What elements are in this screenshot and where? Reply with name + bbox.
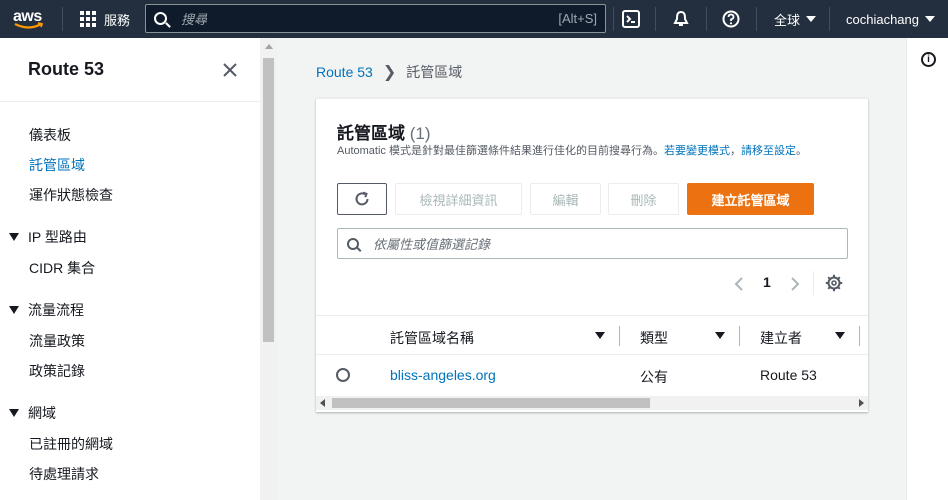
- table-row[interactable]: bliss-angeles.org 公有 Route 53: [316, 355, 868, 395]
- sidebar-section-label: IP 型路由: [28, 229, 87, 245]
- sort-icon[interactable]: [835, 332, 845, 339]
- chevron-down-icon: [925, 16, 935, 22]
- sidebar-section-label: 網域: [28, 405, 56, 421]
- search-icon: [154, 12, 167, 25]
- info-icon[interactable]: i: [921, 52, 936, 67]
- caret-down-icon: [9, 409, 19, 417]
- sidebar-item-hosted-zones[interactable]: 託管區域: [29, 155, 85, 175]
- gear-icon[interactable]: [825, 274, 843, 292]
- search-placeholder: 搜尋: [181, 12, 208, 27]
- search-shortcut: [Alt+S]: [558, 11, 597, 26]
- sidebar-item-pending-requests[interactable]: 待處理請求: [29, 464, 99, 484]
- sidebar-item-registered-domains[interactable]: 已註冊的網域: [29, 434, 113, 454]
- sidebar-section-domains[interactable]: 網域: [9, 403, 56, 423]
- breadcrumb: Route 53 ❯ 託管區域: [316, 62, 462, 82]
- refresh-button[interactable]: [337, 183, 387, 215]
- nav-divider: [613, 7, 614, 31]
- nav-divider: [829, 7, 830, 31]
- row-select-radio[interactable]: [336, 368, 350, 382]
- sidebar-scrollbar[interactable]: [260, 38, 277, 500]
- hosted-zone-created-by: Route 53: [760, 367, 817, 383]
- sidebar-item-traffic-policies[interactable]: 流量政策: [29, 331, 85, 351]
- aws-smile-icon: [14, 22, 44, 29]
- user-label: cochiachang: [846, 11, 919, 27]
- grid-icon: [80, 11, 96, 27]
- breadcrumb-root-link[interactable]: Route 53: [316, 64, 373, 80]
- sidebar-item-health-checks[interactable]: 運作狀態檢查: [29, 185, 113, 205]
- column-resizer[interactable]: [619, 326, 620, 346]
- scroll-up-icon[interactable]: [265, 44, 273, 49]
- account-menu[interactable]: cochiachang: [846, 0, 935, 38]
- pager-divider: [813, 271, 814, 295]
- close-icon[interactable]: [221, 61, 239, 79]
- bell-icon[interactable]: [671, 9, 691, 29]
- aws-logo[interactable]: aws: [12, 6, 48, 32]
- help-icon[interactable]: [721, 9, 741, 29]
- go-to-settings-link[interactable]: 請移至設定: [741, 145, 796, 157]
- chevron-left-icon[interactable]: [734, 276, 744, 292]
- sidebar-section-traffic-flow[interactable]: 流量流程: [9, 300, 84, 320]
- chevron-down-icon: [806, 16, 817, 22]
- nav-divider: [655, 7, 656, 31]
- sidebar-section-ip-routing[interactable]: IP 型路由: [9, 227, 87, 247]
- caret-down-icon: [9, 306, 19, 314]
- column-header-created-by[interactable]: 建立者: [760, 328, 802, 348]
- column-resizer[interactable]: [739, 326, 740, 346]
- scroll-right-icon[interactable]: [859, 399, 864, 407]
- nav-divider: [706, 7, 707, 31]
- table-header: 託管區域名稱 類型 建立者: [316, 315, 868, 355]
- filter-input[interactable]: 依屬性或值篩選記錄: [337, 228, 848, 259]
- scrollbar-thumb[interactable]: [263, 58, 274, 342]
- chevron-right-icon: ❯: [382, 64, 397, 81]
- panel-count: (1): [409, 124, 431, 143]
- sidebar: Route 53 儀表板 託管區域 運作狀態檢查 IP 型路由 CIDR 集合 …: [0, 38, 260, 500]
- scrollbar-thumb[interactable]: [332, 398, 650, 408]
- sidebar-item-dashboard[interactable]: 儀表板: [29, 125, 71, 145]
- chevron-right-icon[interactable]: [790, 276, 800, 292]
- hosted-zones-panel: 託管區域 (1) Automatic 模式是針對最佳篩選條件結果進行佳化的目前搜…: [316, 98, 868, 412]
- column-header-type[interactable]: 類型: [640, 328, 668, 348]
- filter-placeholder: 依屬性或值篩選記錄: [373, 237, 491, 252]
- panel-title-text: 託管區域: [337, 124, 405, 143]
- view-details-button[interactable]: 檢視詳細資訊: [395, 183, 522, 215]
- search-icon: [347, 237, 359, 250]
- sort-icon[interactable]: [715, 332, 725, 339]
- refresh-icon: [355, 191, 369, 206]
- table-horizontal-scrollbar[interactable]: [316, 396, 868, 410]
- panel-description: Automatic 模式是針對最佳篩選條件結果進行佳化的目前搜尋行為。若要變更模…: [337, 144, 837, 159]
- description-text: Automatic 模式是針對最佳篩選條件結果進行佳化的目前搜尋行為。: [337, 145, 664, 157]
- edit-button[interactable]: 編輯: [530, 183, 601, 215]
- sidebar-item-cidr-collections[interactable]: CIDR 集合: [29, 258, 95, 278]
- column-header-name[interactable]: 託管區域名稱: [390, 328, 474, 348]
- services-menu-button[interactable]: 服務: [80, 0, 130, 38]
- cloudshell-icon[interactable]: [621, 9, 641, 29]
- nav-divider: [756, 7, 757, 31]
- delete-button[interactable]: 刪除: [608, 183, 679, 215]
- hosted-zone-name-link[interactable]: bliss-angeles.org: [390, 367, 496, 383]
- panel-title: 託管區域 (1): [337, 119, 431, 144]
- description-separator: ，: [729, 145, 741, 157]
- page-number[interactable]: 1: [763, 274, 771, 290]
- scroll-left-icon[interactable]: [320, 399, 325, 407]
- description-suffix: 。: [795, 145, 807, 157]
- change-mode-link[interactable]: 若要變更模式: [664, 145, 730, 157]
- top-navigation: aws 服務 搜尋 [Alt+S] 全球 cochiachang: [0, 0, 948, 38]
- caret-down-icon: [9, 233, 19, 241]
- breadcrumb-current: 託管區域: [406, 64, 463, 80]
- services-label: 服務: [104, 12, 131, 28]
- sidebar-section-label: 流量流程: [28, 302, 84, 318]
- region-selector[interactable]: 全球: [774, 0, 817, 38]
- tools-panel-strip: i: [906, 38, 948, 500]
- create-hosted-zone-button[interactable]: 建立託管區域: [687, 183, 814, 215]
- region-label: 全球: [774, 12, 801, 28]
- hosted-zone-type: 公有: [640, 369, 668, 385]
- global-search-input[interactable]: 搜尋 [Alt+S]: [145, 4, 606, 33]
- column-resizer[interactable]: [859, 326, 860, 346]
- nav-divider: [62, 7, 63, 31]
- sort-icon[interactable]: [595, 332, 605, 339]
- sidebar-item-policy-records[interactable]: 政策記錄: [29, 361, 85, 381]
